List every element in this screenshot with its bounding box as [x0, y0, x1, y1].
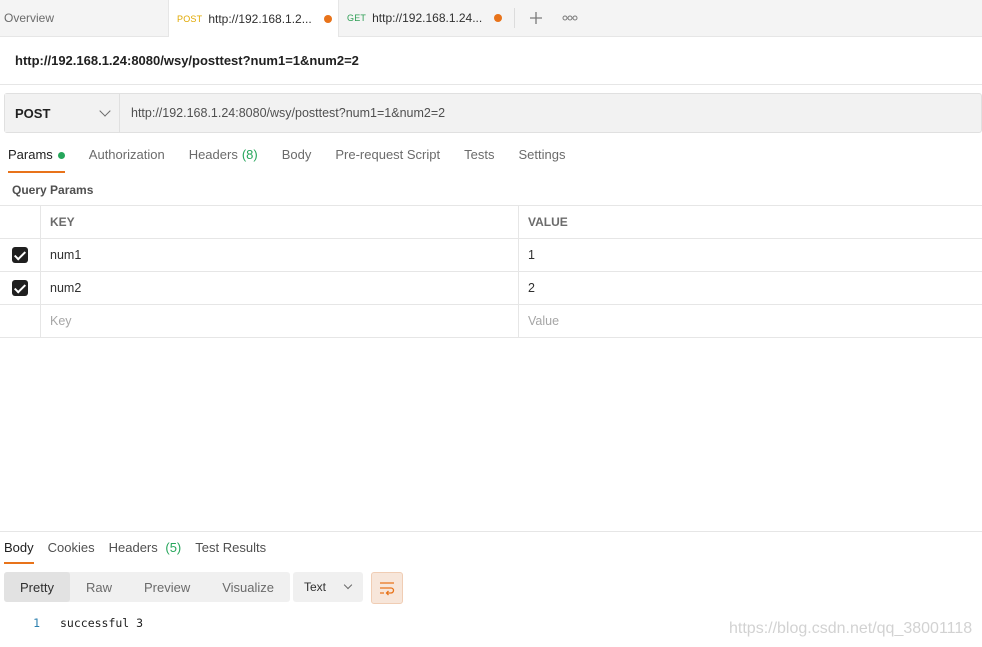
table-header-row: KEY VALUE [0, 206, 982, 239]
response-tab-cookies[interactable]: Cookies [48, 540, 95, 564]
method-label: POST [15, 105, 51, 121]
tab-settings[interactable]: Settings [518, 147, 565, 173]
row-check-cell [0, 272, 41, 304]
response-divider[interactable] [0, 531, 982, 532]
tab-pre-request-label: Pre-request Script [335, 147, 441, 162]
tab-headers[interactable]: Headers (8) [189, 147, 258, 173]
tab-overview[interactable]: Overview [0, 0, 168, 36]
param-checkbox[interactable] [12, 280, 28, 296]
tab-get-request[interactable]: GET http://192.168.1.24... [339, 0, 510, 36]
param-value[interactable]: 1 [519, 239, 982, 271]
param-checkbox[interactable] [12, 247, 28, 263]
headers-count: (8) [241, 147, 258, 162]
tab-params[interactable]: Params [8, 147, 65, 173]
query-params-label: Query Params [12, 183, 94, 197]
more-icon[interactable] [553, 0, 587, 36]
view-mode-preview[interactable]: Preview [128, 572, 206, 602]
table-row: num2 2 [0, 272, 982, 305]
method-select[interactable]: POST [5, 94, 120, 132]
key-column-header: KEY [41, 206, 519, 238]
tab-tests[interactable]: Tests [464, 147, 494, 173]
header-check-cell [0, 206, 41, 238]
tab-authorization[interactable]: Authorization [89, 147, 165, 173]
response-tab-body[interactable]: Body [4, 540, 34, 564]
tab-post-request[interactable]: POST http://192.168.1.2... [168, 0, 339, 37]
plus-icon[interactable] [519, 0, 553, 36]
tab-method: POST [177, 13, 203, 24]
request-tabs: Params Authorization Headers (8) Body Pr… [8, 147, 565, 173]
active-params-dot-icon [57, 152, 65, 159]
format-label: Text [304, 580, 327, 594]
tab-url: http://192.168.1.2... [208, 11, 312, 26]
row-check-cell [0, 305, 41, 337]
new-value-input[interactable]: Value [519, 305, 982, 337]
tab-tests-label: Tests [464, 147, 495, 162]
wrap-lines-button[interactable] [371, 572, 403, 604]
response-tab-headers[interactable]: Headers (5) [109, 540, 182, 564]
chevron-down-icon [343, 580, 353, 590]
response-tab-test-results[interactable]: Test Results [195, 540, 266, 564]
response-body-line: 1 successful 3 [0, 616, 143, 632]
unsaved-dot-icon [494, 14, 503, 22]
request-tab-bar: Overview POST http://192.168.1.2... GET … [0, 0, 982, 37]
param-value[interactable]: 2 [519, 272, 982, 304]
param-key[interactable]: num1 [41, 239, 519, 271]
param-key[interactable]: num2 [41, 272, 519, 304]
tab-overview-label: Overview [4, 11, 55, 25]
new-key-input[interactable]: Key [41, 305, 519, 337]
tab-body-label: Body [281, 147, 312, 162]
response-tabs: Body Cookies Headers (5) Test Results [4, 540, 266, 564]
view-mode-group: Pretty Raw Preview Visualize [4, 572, 291, 602]
unsaved-dot-icon [323, 14, 332, 23]
value-column-header: VALUE [528, 215, 568, 229]
tab-method: GET [347, 13, 367, 23]
response-headers-count: (5) [165, 540, 182, 555]
divider [0, 84, 982, 85]
url-input[interactable]: http://192.168.1.24:8080/wsy/posttest?nu… [120, 94, 981, 132]
tab-headers-label: Headers [188, 147, 238, 162]
table-row-new: Key Value [0, 305, 982, 338]
url-bar: POST http://192.168.1.24:8080/wsy/postte… [4, 93, 982, 133]
chevron-down-icon [99, 105, 111, 117]
view-mode-pretty[interactable]: Pretty [4, 572, 70, 602]
line-number: 1 [33, 616, 40, 630]
tab-url: http://192.168.1.24... [372, 11, 483, 25]
response-body-text[interactable]: successful 3 [60, 616, 143, 632]
response-headers-label: Headers [108, 540, 158, 555]
row-check-cell [0, 239, 41, 271]
view-mode-raw[interactable]: Raw [70, 572, 128, 602]
format-select[interactable]: Text [293, 572, 363, 602]
tab-divider [514, 8, 515, 28]
watermark: https://blog.csdn.net/qq_38001118 [729, 620, 973, 637]
wrap-lines-icon [380, 582, 395, 596]
tab-params-label: Params [8, 147, 53, 162]
tab-settings-label: Settings [518, 147, 566, 162]
tab-pre-request-script[interactable]: Pre-request Script [335, 147, 440, 173]
view-mode-visualize[interactable]: Visualize [206, 572, 290, 602]
tab-authorization-label: Authorization [88, 147, 165, 162]
table-row: num1 1 [0, 239, 982, 272]
tab-body[interactable]: Body [282, 147, 312, 173]
query-params-table: KEY VALUE num1 1 num2 2 Key Value [0, 205, 982, 338]
request-title[interactable]: http://192.168.1.24:8080/wsy/posttest?nu… [15, 53, 359, 68]
